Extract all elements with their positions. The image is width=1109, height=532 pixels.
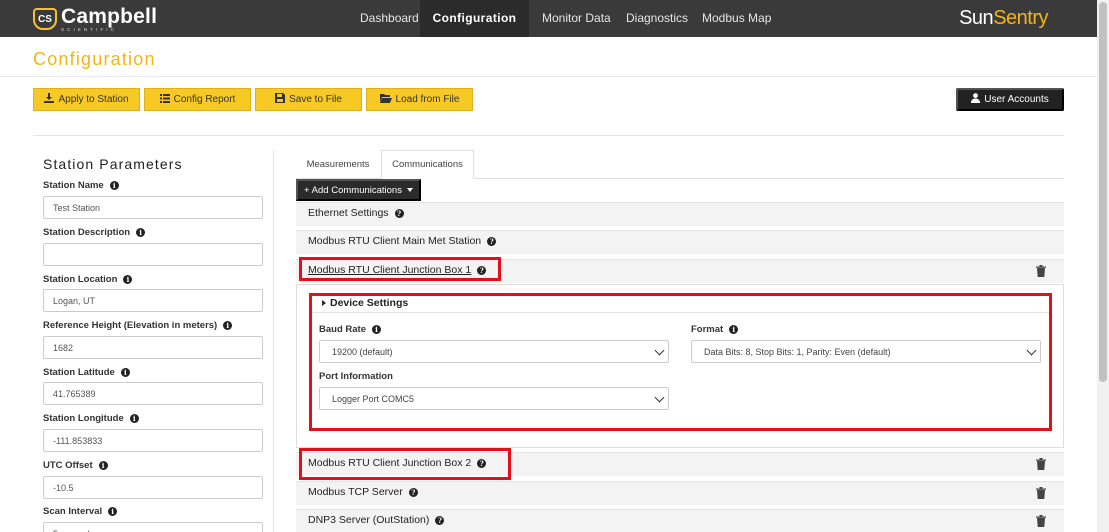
device-settings-toggle[interactable]: Device Settings: [322, 297, 408, 309]
section-dnp3-server[interactable]: DNP3 Server (OutStation)?: [296, 509, 1064, 532]
nav-dashboard[interactable]: Dashboard: [348, 0, 431, 37]
station-latitude-input[interactable]: 41.765389: [43, 382, 263, 405]
user-icon: [971, 93, 981, 106]
section-title[interactable]: Modbus RTU Client Junction Box 1: [308, 264, 471, 276]
folder-open-icon: [379, 93, 392, 106]
help-icon[interactable]: ?: [408, 487, 418, 497]
info-icon[interactable]: i: [729, 325, 739, 334]
trash-icon[interactable]: [1036, 265, 1046, 277]
station-longitude-input[interactable]: -111.853833: [43, 429, 263, 452]
chevron-down-icon: [654, 392, 665, 403]
logo-subtitle: SCIENTIFIC: [61, 26, 118, 32]
trash-icon[interactable]: [1036, 515, 1046, 527]
info-icon[interactable]: i: [223, 321, 233, 330]
device-settings-header[interactable]: [311, 295, 1049, 313]
user-accounts-button[interactable]: User Accounts: [956, 88, 1064, 111]
station-name-input[interactable]: Test Station: [43, 196, 263, 219]
list-icon: [159, 93, 170, 106]
help-icon[interactable]: ?: [487, 236, 497, 246]
utc-offset-input[interactable]: -10.5: [43, 476, 263, 499]
page-title: Configuration: [33, 49, 156, 69]
port-information-select[interactable]: Logger Port COMC5: [319, 387, 669, 410]
caret-right-icon: [322, 300, 326, 306]
format-select[interactable]: Data Bits: 8, Stop Bits: 1, Parity: Even…: [691, 340, 1041, 363]
campbell-logo[interactable]: CS Campbell SCIENTIFIC: [33, 6, 157, 32]
scan-interval-select[interactable]: 5 seconds: [43, 522, 263, 532]
station-description-label: Station Description i: [43, 227, 146, 238]
section-title: Modbus RTU Client Main Met Station: [308, 235, 482, 247]
chevron-down-icon: [654, 345, 665, 356]
trash-icon[interactable]: [1036, 487, 1046, 499]
station-name-label: Station Name i: [43, 180, 119, 191]
section-title: Ethernet Settings: [308, 207, 389, 219]
vertical-divider: [273, 150, 274, 532]
divider: [33, 135, 1064, 136]
format-label: Format i: [691, 324, 739, 335]
help-icon[interactable]: ?: [435, 515, 445, 525]
nav-monitor-data[interactable]: Monitor Data: [530, 0, 623, 37]
page-scrollbar[interactable]: [1097, 0, 1109, 532]
help-icon[interactable]: ?: [477, 458, 487, 468]
tab-measurements[interactable]: Measurements: [296, 150, 380, 179]
help-icon[interactable]: ?: [394, 208, 404, 218]
nav-modbus-map[interactable]: Modbus Map: [690, 0, 783, 37]
info-icon[interactable]: i: [136, 228, 146, 237]
save-to-file-button[interactable]: Save to File: [255, 88, 362, 111]
info-icon[interactable]: i: [123, 275, 133, 284]
info-icon[interactable]: i: [98, 461, 108, 470]
section-title: DNP3 Server (OutStation): [308, 514, 430, 526]
tab-communications[interactable]: Communications: [381, 150, 474, 179]
config-report-button[interactable]: Config Report: [144, 88, 251, 111]
divider: [0, 76, 1097, 77]
section-title: Modbus RTU Client Junction Box 2: [308, 457, 472, 469]
section-title: Modbus TCP Server: [308, 486, 403, 498]
section-modbus-rtu-junction-box-1[interactable]: Modbus RTU Client Junction Box 1?: [296, 259, 1064, 283]
station-location-input[interactable]: Logan, UT: [43, 289, 263, 312]
chevron-down-icon: [1026, 345, 1037, 356]
logo-name: Campbell: [61, 4, 158, 28]
section-modbus-rtu-main-met[interactable]: Modbus RTU Client Main Met Station?: [296, 230, 1064, 254]
nav-diagnostics[interactable]: Diagnostics: [614, 0, 700, 37]
section-ethernet-settings[interactable]: Ethernet Settings?: [296, 202, 1064, 226]
station-latitude-label: Station Latitude i: [43, 367, 130, 378]
top-navbar: CS Campbell SCIENTIFIC Dashboard Configu…: [0, 0, 1097, 37]
section-modbus-rtu-junction-box-2[interactable]: Modbus RTU Client Junction Box 2?: [296, 452, 1064, 476]
help-icon[interactable]: ?: [477, 265, 487, 275]
info-icon[interactable]: i: [108, 507, 118, 516]
station-location-label: Station Location i: [43, 274, 133, 285]
nav-configuration[interactable]: Configuration: [420, 0, 529, 37]
station-longitude-label: Station Longitude i: [43, 413, 139, 424]
save-icon: [275, 93, 286, 106]
port-information-label: Port Information: [319, 371, 393, 382]
baud-rate-select[interactable]: 19200 (default): [319, 340, 669, 363]
scrollbar-thumb[interactable]: [1099, 2, 1107, 382]
download-icon: [44, 93, 55, 106]
station-description-input[interactable]: [43, 243, 263, 266]
trash-icon[interactable]: [1036, 458, 1046, 470]
section-modbus-tcp-server[interactable]: Modbus TCP Server?: [296, 481, 1064, 505]
reference-height-input[interactable]: 1682: [43, 336, 263, 359]
scan-interval-label: Scan Interval i: [43, 506, 118, 517]
info-icon[interactable]: i: [371, 325, 381, 334]
sunsentry-brand: SunSentry: [959, 7, 1048, 29]
info-icon[interactable]: i: [129, 414, 139, 423]
info-icon[interactable]: i: [109, 181, 119, 190]
apply-to-station-button[interactable]: Apply to Station: [33, 88, 140, 111]
info-icon[interactable]: i: [120, 368, 130, 377]
utc-offset-label: UTC Offset i: [43, 460, 108, 471]
caret-down-icon: [406, 188, 413, 192]
logo-badge: CS: [33, 8, 57, 30]
reference-height-label: Reference Height (Elevation in meters) i: [43, 320, 233, 331]
station-parameters-title: Station Parameters: [43, 156, 183, 172]
add-communications-button[interactable]: + Add Communications: [296, 179, 421, 201]
baud-rate-label: Baud Rate i: [319, 324, 381, 335]
load-from-file-button[interactable]: Load from File: [366, 88, 473, 111]
